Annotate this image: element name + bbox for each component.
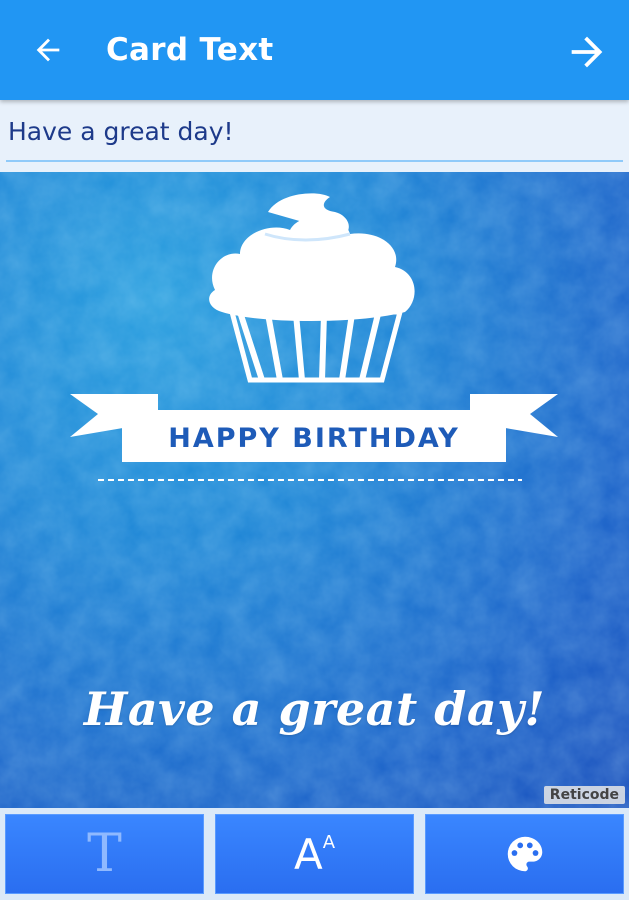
back-button[interactable]	[28, 30, 68, 70]
text-font-icon: T	[87, 824, 122, 884]
arrow-forward-icon	[571, 36, 603, 68]
text-size-button[interactable]: AA	[215, 814, 414, 894]
palette-icon	[507, 836, 542, 872]
arrow-back-icon	[36, 38, 60, 62]
card-greeting: Have a great day!	[83, 682, 546, 736]
page-title: Card Text	[106, 32, 274, 68]
color-button[interactable]	[425, 814, 624, 894]
banner-text: HAPPY BIRTHDAY	[168, 423, 460, 454]
cupcake-illustration: HAPPY BIRTHDAY	[70, 193, 558, 481]
text-size-icon-large: A	[293, 829, 323, 879]
input-underline	[6, 160, 623, 162]
text-size-icon: AA	[294, 830, 335, 879]
text-size-icon-small: A	[322, 831, 336, 853]
bottom-toolbar: T AA	[0, 808, 629, 900]
font-button[interactable]: T	[5, 814, 204, 894]
app-bar: Card Text	[0, 0, 629, 100]
next-button[interactable]	[563, 28, 611, 76]
card-text-field	[0, 100, 629, 170]
watermark: Reticode	[543, 786, 625, 804]
card-preview: HAPPY BIRTHDAY Have a great day! Reticod…	[0, 172, 629, 808]
card-text-input[interactable]	[6, 108, 627, 154]
